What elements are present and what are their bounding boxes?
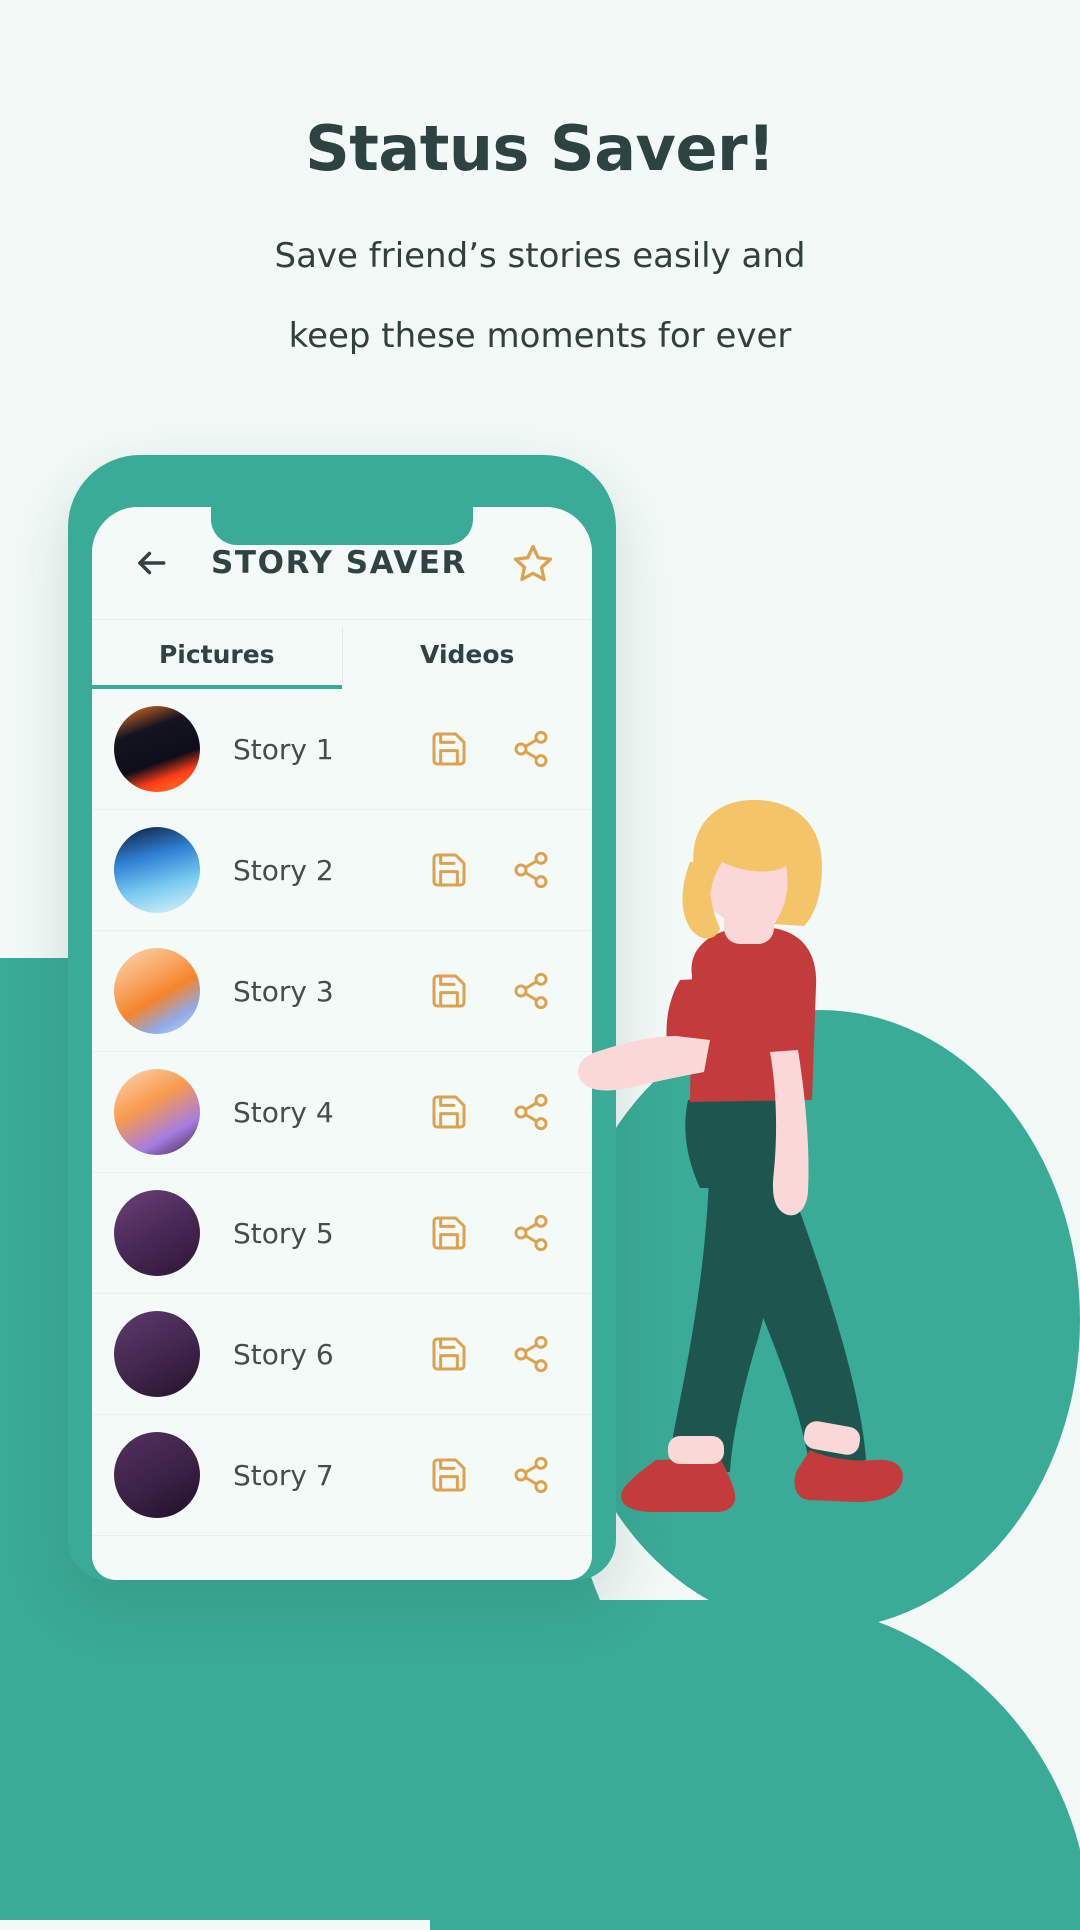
- save-icon[interactable]: [426, 1210, 472, 1256]
- subtitle-line-2: keep these moments for ever: [288, 316, 792, 356]
- row-actions: [426, 1089, 570, 1135]
- story-row[interactable]: Story 2: [92, 810, 592, 931]
- tab-videos-label: Videos: [420, 640, 515, 669]
- star-icon[interactable]: [510, 540, 556, 586]
- story-thumbnail[interactable]: [114, 1069, 200, 1155]
- story-name: Story 7: [233, 1458, 334, 1492]
- save-icon[interactable]: [426, 847, 472, 893]
- story-thumbnail[interactable]: [114, 948, 200, 1034]
- story-thumbnail[interactable]: [114, 1311, 200, 1397]
- story-row[interactable]: Story 7: [92, 1415, 592, 1536]
- save-icon[interactable]: [426, 968, 472, 1014]
- story-row[interactable]: Story 4: [92, 1052, 592, 1173]
- story-thumbnail[interactable]: [114, 706, 200, 792]
- save-icon[interactable]: [426, 1331, 472, 1377]
- story-name: Story 2: [233, 853, 334, 887]
- save-icon[interactable]: [426, 1089, 472, 1135]
- row-actions: [426, 968, 570, 1014]
- story-thumbnail[interactable]: [114, 827, 200, 913]
- share-icon[interactable]: [508, 968, 554, 1014]
- phone-screen: STORY SAVER Pictures Videos Story 1 Story…: [92, 507, 592, 1580]
- tab-pictures-label: Pictures: [158, 640, 275, 669]
- story-row[interactable]: Story 6: [92, 1294, 592, 1415]
- row-actions: [426, 1452, 570, 1498]
- save-icon[interactable]: [426, 726, 472, 772]
- story-row[interactable]: Story 5: [92, 1173, 592, 1294]
- story-name: Story 6: [233, 1337, 334, 1371]
- row-actions: [426, 847, 570, 893]
- row-actions: [426, 726, 570, 772]
- story-name: Story 3: [233, 974, 334, 1008]
- story-thumbnail[interactable]: [114, 1432, 200, 1518]
- save-icon[interactable]: [426, 1452, 472, 1498]
- story-list: Story 1 Story 2 Story 3 Story 4 Story 5 Story…: [92, 689, 592, 1536]
- story-thumbnail[interactable]: [114, 1190, 200, 1276]
- story-row[interactable]: Story 3: [92, 931, 592, 1052]
- share-icon[interactable]: [508, 1210, 554, 1256]
- tab-bar: Pictures Videos: [92, 619, 592, 689]
- share-icon[interactable]: [508, 1331, 554, 1377]
- page-title: Status Saver!: [305, 112, 775, 185]
- tab-pictures[interactable]: Pictures: [92, 620, 342, 689]
- woman-walking-illustration: [560, 799, 1000, 1520]
- story-name: Story 1: [233, 732, 334, 766]
- story-name: Story 4: [233, 1095, 334, 1129]
- share-icon[interactable]: [508, 1452, 554, 1498]
- story-row[interactable]: Story 1: [92, 689, 592, 810]
- row-actions: [426, 1331, 570, 1377]
- subtitle-line-1: Save friend’s stories easily and: [274, 236, 806, 276]
- tab-videos[interactable]: Videos: [343, 620, 593, 689]
- app-bar-title: STORY SAVER: [210, 545, 468, 581]
- share-icon[interactable]: [508, 726, 554, 772]
- story-name: Story 5: [233, 1216, 334, 1250]
- share-icon[interactable]: [508, 847, 554, 893]
- phone-mockup: STORY SAVER Pictures Videos Story 1 Story…: [68, 455, 616, 1580]
- page-subtitle: Save friend’s stories easily and keep th…: [0, 216, 1080, 376]
- row-actions: [426, 1210, 570, 1256]
- phone-notch: [211, 507, 473, 545]
- share-icon[interactable]: [508, 1089, 554, 1135]
